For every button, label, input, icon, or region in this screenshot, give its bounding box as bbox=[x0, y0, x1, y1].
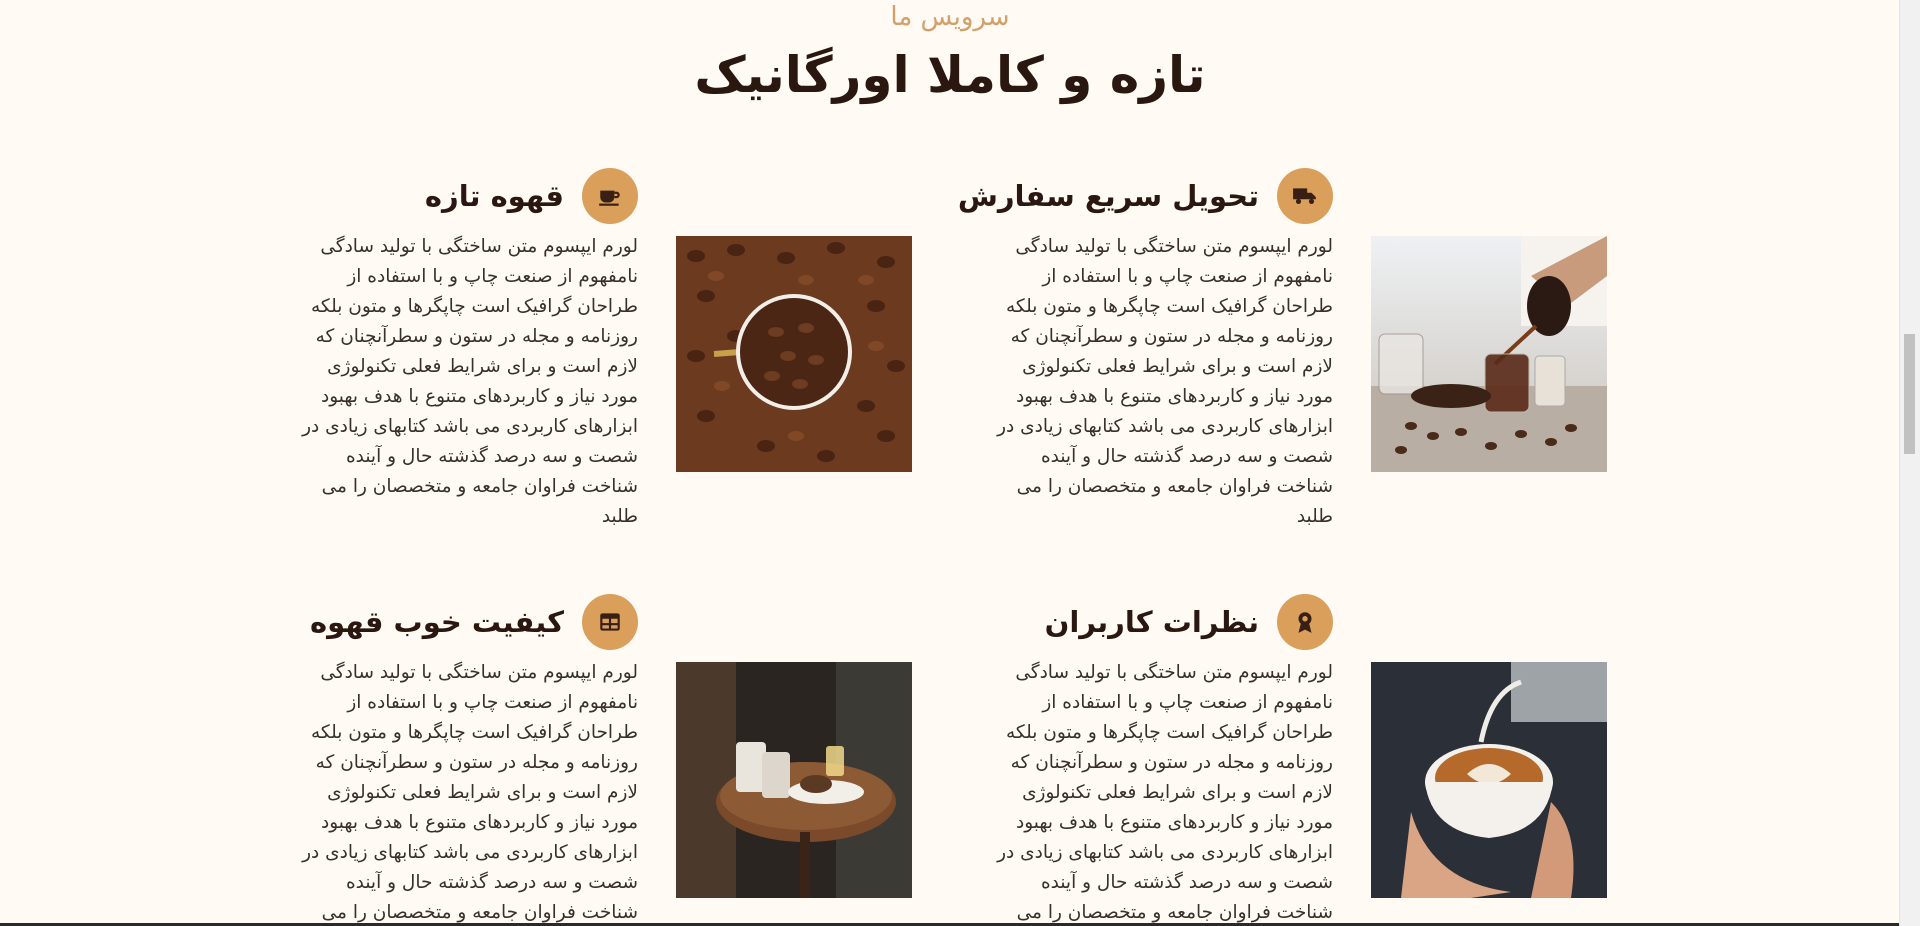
coffee-pour-photo bbox=[1371, 236, 1607, 472]
service-card-fresh-coffee: قهوه تازه لورم ایپسوم متن ساختگی با تولی… bbox=[285, 166, 912, 546]
service-card-quality: کیفیت خوب قهوه لورم ایپسوم متن ساختگی با… bbox=[285, 592, 912, 926]
services-page: سرویس ما تازه و کاملا اورگانیک تحویل سری… bbox=[0, 0, 1900, 926]
service-title: نظرات کاربران bbox=[1044, 605, 1259, 639]
section-title: تازه و کاملا اورگانیک bbox=[694, 46, 1206, 104]
service-header: کیفیت خوب قهوه bbox=[310, 592, 638, 652]
service-title: کیفیت خوب قهوه bbox=[310, 605, 564, 639]
truck-icon bbox=[1277, 168, 1333, 224]
scrollbar-thumb[interactable] bbox=[1904, 334, 1915, 454]
coffee-beans-photo bbox=[676, 236, 912, 472]
coffee-cup-icon bbox=[582, 168, 638, 224]
service-header: نظرات کاربران bbox=[1045, 592, 1333, 652]
vertical-scrollbar[interactable] bbox=[1899, 0, 1920, 926]
service-description: لورم ایپسوم متن ساختگی با تولید سادگی نا… bbox=[997, 662, 1333, 923]
service-description: لورم ایپسوم متن ساختگی با تولید سادگی نا… bbox=[302, 236, 638, 527]
award-icon bbox=[1277, 594, 1333, 650]
latte-art-photo bbox=[1371, 662, 1607, 898]
service-card-reviews: نظرات کاربران لورم ایپسوم متن ساختگی با … bbox=[980, 592, 1607, 926]
service-description: لورم ایپسوم متن ساختگی با تولید سادگی نا… bbox=[302, 662, 638, 923]
service-header: قهوه تازه bbox=[425, 166, 638, 226]
service-title: تحویل سریع سفارش bbox=[957, 179, 1259, 213]
cafe-table-photo bbox=[676, 662, 912, 898]
service-card-delivery: تحویل سریع سفارش لورم ایپسوم متن ساختگی … bbox=[958, 166, 1607, 546]
table-icon bbox=[582, 594, 638, 650]
section-kicker: سرویس ما bbox=[890, 2, 1010, 32]
service-title: قهوه تازه bbox=[424, 179, 564, 213]
service-description: لورم ایپسوم متن ساختگی با تولید سادگی نا… bbox=[997, 236, 1333, 527]
service-header: تحویل سریع سفارش bbox=[958, 166, 1333, 226]
